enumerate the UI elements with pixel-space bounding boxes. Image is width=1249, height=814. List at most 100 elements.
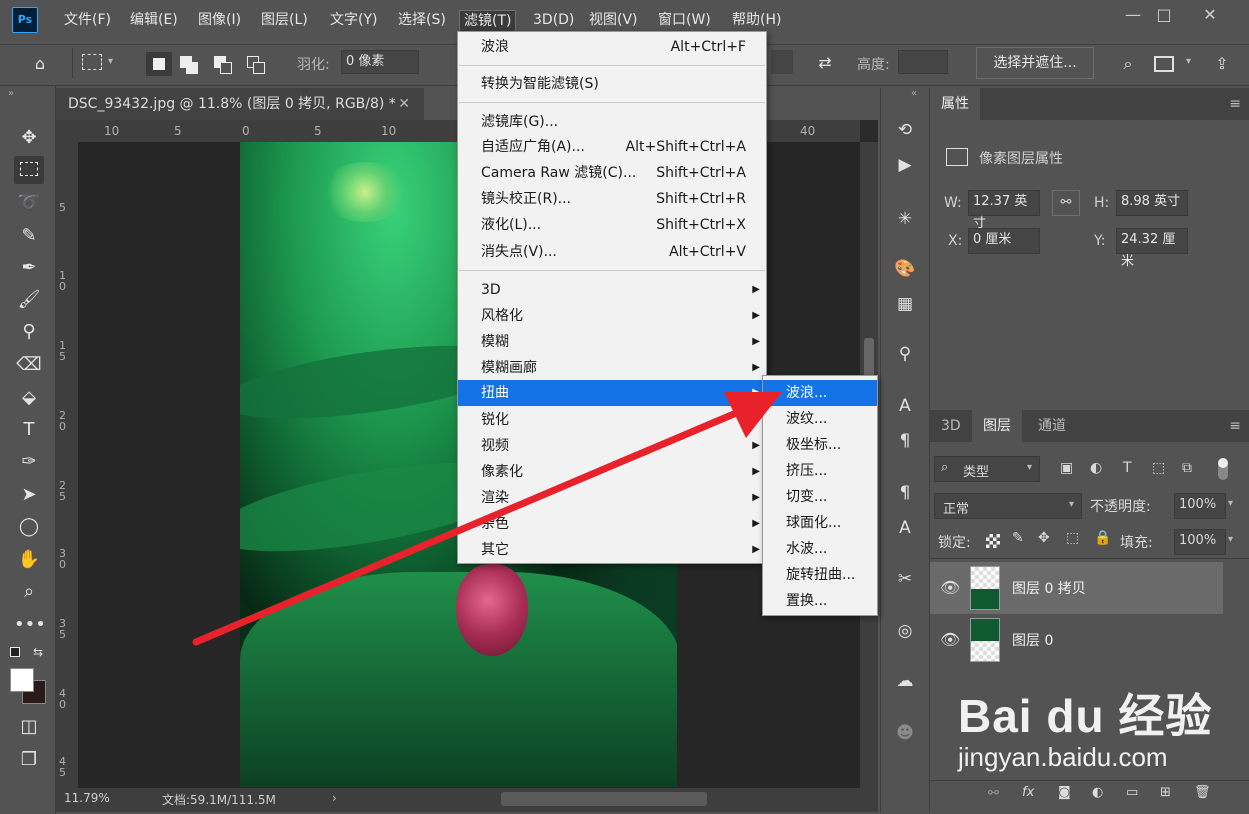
history-icon[interactable]: ⟲ bbox=[892, 117, 918, 143]
new-layer-icon[interactable]: ⊞ bbox=[1160, 785, 1171, 800]
lock-pixels-icon[interactable]: ✎ bbox=[1012, 530, 1024, 546]
submenu-item-pinch[interactable]: 挤压... bbox=[763, 458, 877, 484]
path-select-tool-icon[interactable]: ➤ bbox=[14, 481, 44, 509]
panel-menu-icon[interactable]: ≡ bbox=[1229, 96, 1241, 112]
restore-button[interactable]: □ bbox=[1151, 6, 1177, 24]
menu-item-vanishing-point[interactable]: 消失点(V)... Alt+Ctrl+V bbox=[458, 239, 766, 265]
pen-tool-icon[interactable]: ✑ bbox=[14, 448, 44, 476]
filter-toggle[interactable] bbox=[1218, 458, 1228, 480]
menu-item-other[interactable]: 其它 ▶ bbox=[458, 537, 766, 563]
x-field[interactable]: 0 厘米 bbox=[968, 228, 1040, 254]
lock-transparent-icon[interactable] bbox=[986, 534, 1000, 548]
menu-item-noise[interactable]: 杂色 ▶ bbox=[458, 511, 766, 537]
close-button[interactable]: ✕ bbox=[1197, 6, 1223, 24]
menu-item-liquify[interactable]: 液化(L)... Shift+Ctrl+X bbox=[458, 212, 766, 238]
menu-item-lens-correction[interactable]: 镜头校正(R)... Shift+Ctrl+R bbox=[458, 186, 766, 212]
menu-item-pixelate[interactable]: 像素化 ▶ bbox=[458, 459, 766, 485]
link-layers-icon[interactable]: ⚯ bbox=[988, 786, 999, 801]
move-tool-icon[interactable]: ✥ bbox=[14, 124, 44, 152]
menu-image[interactable]: 图像(I) bbox=[194, 10, 245, 32]
menu-item-sharpen[interactable]: 锐化 ▶ bbox=[458, 407, 766, 433]
swap-icon[interactable]: ⇄ bbox=[812, 50, 838, 76]
fill-field[interactable]: 100% bbox=[1174, 529, 1226, 555]
type-filter-icon[interactable]: T bbox=[1123, 460, 1132, 476]
chevron-down-icon[interactable]: ▾ bbox=[1186, 56, 1191, 67]
link-icon[interactable]: ⚯ bbox=[1052, 190, 1080, 216]
menu-file[interactable]: 文件(F) bbox=[60, 10, 115, 32]
layer-name[interactable]: 图层 0 拷贝 bbox=[1012, 578, 1086, 598]
blend-mode-select[interactable]: 正常 ▾ bbox=[934, 493, 1082, 519]
submenu-item-polar-coordinates[interactable]: 极坐标... bbox=[763, 432, 877, 458]
submenu-item-shear[interactable]: 切变... bbox=[763, 484, 877, 510]
menu-view[interactable]: 视图(V) bbox=[585, 10, 642, 32]
document-tab[interactable]: DSC_93432.jpg @ 11.8% (图层 0 拷贝, RGB/8) *… bbox=[56, 88, 424, 120]
hand-tool-icon[interactable]: ✋ bbox=[14, 546, 44, 574]
eyedropper-tool-icon[interactable]: ✒ bbox=[14, 254, 44, 282]
submenu-item-spherize[interactable]: 球面化... bbox=[763, 510, 877, 536]
menu-help[interactable]: 帮助(H) bbox=[728, 10, 785, 32]
shape-filter-icon[interactable]: ⬚ bbox=[1152, 460, 1165, 476]
width-field[interactable]: 12.37 英寸 bbox=[968, 190, 1040, 231]
height-field[interactable]: 8.98 英寸 bbox=[1116, 190, 1188, 216]
menu-item-camera-raw[interactable]: Camera Raw 滤镜(C)... Shift+Ctrl+A bbox=[458, 160, 766, 186]
opacity-field[interactable]: 100% bbox=[1174, 493, 1226, 519]
lasso-tool-icon[interactable]: ➰ bbox=[14, 189, 44, 217]
character-icon[interactable]: A bbox=[892, 393, 918, 419]
y-field[interactable]: 24.32 厘米 bbox=[1116, 228, 1188, 269]
foreground-color-swatch[interactable] bbox=[10, 668, 34, 692]
menu-window[interactable]: 窗口(W) bbox=[654, 10, 715, 32]
height-input[interactable] bbox=[898, 50, 948, 74]
feather-input[interactable]: 0 像素 bbox=[341, 50, 419, 74]
submenu-item-wave[interactable]: 波浪... bbox=[763, 380, 877, 406]
search-icon[interactable]: ⌕ bbox=[1115, 51, 1141, 77]
alien-icon[interactable]: ☻ bbox=[892, 720, 918, 746]
eraser-tool-icon[interactable]: ⌫ bbox=[14, 351, 44, 379]
quick-select-tool-icon[interactable]: ✎ bbox=[14, 222, 44, 250]
chevron-right-icon[interactable]: › bbox=[332, 791, 337, 805]
adjustment-layer-icon[interactable]: ◐ bbox=[1092, 785, 1103, 800]
smart-object-filter-icon[interactable]: ⧉ bbox=[1182, 460, 1192, 476]
submenu-item-zigzag[interactable]: 水波... bbox=[763, 536, 877, 562]
tab-3d[interactable]: 3D bbox=[930, 410, 972, 442]
intersect-selection-icon[interactable] bbox=[247, 54, 267, 74]
add-mask-icon[interactable]: ◙ bbox=[1058, 785, 1071, 800]
marquee-tool-icon[interactable] bbox=[14, 156, 44, 184]
menu-item-blur-gallery[interactable]: 模糊画廊 ▶ bbox=[458, 355, 766, 381]
actions-play-icon[interactable]: ▶ bbox=[892, 152, 918, 178]
swap-colors-icon[interactable]: ⇆ bbox=[33, 645, 43, 659]
lock-all-icon[interactable]: 🔒 bbox=[1094, 530, 1111, 546]
swatches-grid-icon[interactable]: ▦ bbox=[892, 291, 918, 317]
tab-layers[interactable]: 图层 bbox=[972, 410, 1022, 442]
visibility-eye-icon[interactable]: 👁 bbox=[940, 578, 960, 597]
ellipse-tool-icon[interactable]: ◯ bbox=[14, 513, 44, 541]
close-tab-icon[interactable]: ✕ bbox=[398, 88, 410, 120]
menu-item-convert-smart-filters[interactable]: 转换为智能滤镜(S) bbox=[458, 71, 766, 97]
collapse-icon[interactable]: « bbox=[911, 88, 917, 99]
fx-button[interactable]: fx bbox=[1022, 785, 1034, 800]
layer-name[interactable]: 图层 0 bbox=[1012, 630, 1053, 650]
subtract-selection-icon[interactable] bbox=[214, 54, 234, 74]
delete-layer-icon[interactable]: 🗑 bbox=[1194, 785, 1211, 800]
tab-properties[interactable]: 属性 bbox=[930, 88, 980, 120]
image-filter-icon[interactable]: ▣ bbox=[1060, 460, 1073, 476]
paragraph-icon[interactable]: ¶ bbox=[892, 428, 918, 454]
more-tools-icon[interactable]: ••• bbox=[14, 611, 46, 639]
chevron-down-icon[interactable]: ▾ bbox=[1228, 534, 1233, 545]
character-styles-icon[interactable]: A bbox=[892, 515, 918, 541]
submenu-item-ripple[interactable]: 波纹... bbox=[763, 406, 877, 432]
visibility-eye-icon[interactable]: 👁 bbox=[940, 630, 960, 649]
new-selection-button[interactable] bbox=[146, 52, 172, 76]
clone-source-icon[interactable]: ⚲ bbox=[892, 341, 918, 367]
brush-settings-icon[interactable]: ◎ bbox=[892, 618, 918, 644]
default-colors-icon[interactable] bbox=[10, 647, 20, 657]
menu-item-last-filter[interactable]: 波浪 Alt+Ctrl+F bbox=[458, 34, 766, 60]
menu-item-render[interactable]: 渲染 ▶ bbox=[458, 485, 766, 511]
screen-mode-icon[interactable]: ❐ bbox=[14, 746, 44, 774]
workspace-icon[interactable] bbox=[1154, 56, 1174, 72]
menu-item-blur[interactable]: 模糊 ▶ bbox=[458, 329, 766, 355]
paint-bucket-tool-icon[interactable]: ⬙ bbox=[14, 384, 44, 412]
minimize-button[interactable]: — bbox=[1120, 6, 1146, 24]
group-folder-icon[interactable]: ▭ bbox=[1126, 785, 1138, 800]
zoom-tool-icon[interactable]: ⌕ bbox=[14, 578, 44, 606]
panel-menu-icon[interactable]: ≡ bbox=[1229, 418, 1241, 434]
